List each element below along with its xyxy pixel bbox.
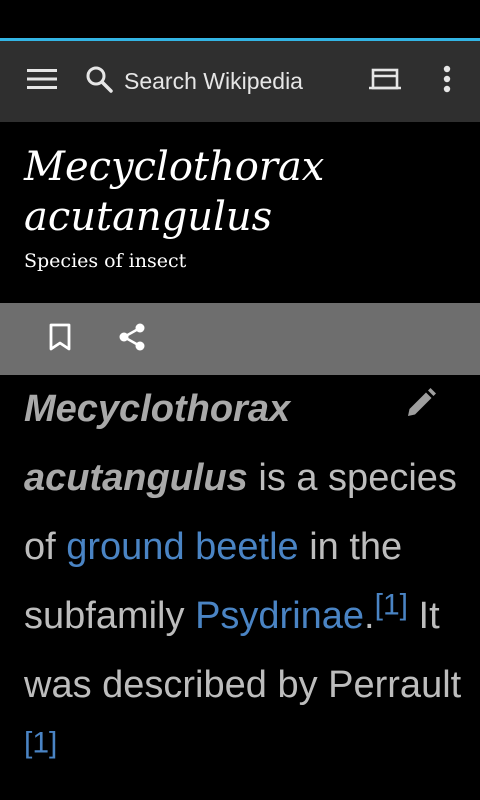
bookmark-button[interactable] [36, 315, 84, 363]
article-body: Mecyclothorax acutangulus is a species o… [24, 375, 464, 800]
share-icon [117, 322, 147, 357]
link-ground-beetle[interactable]: ground beetle [66, 526, 298, 568]
reference-link[interactable]: [1] [375, 588, 408, 621]
page-title: Mecyclothorax acutangulus [24, 144, 325, 240]
edit-button[interactable] [396, 382, 444, 430]
search-icon [84, 64, 114, 99]
intro-paragraph: Mecyclothorax acutangulus is a species o… [24, 375, 464, 789]
article-action-bar [0, 303, 480, 375]
bookmark-icon [49, 323, 71, 356]
share-button[interactable] [108, 315, 156, 363]
reference-link[interactable]: [1] [24, 726, 57, 759]
status-bar [0, 0, 480, 38]
search-input[interactable]: Search Wikipedia [84, 55, 344, 107]
pencil-icon [403, 387, 437, 426]
intro-text: . [364, 595, 375, 637]
tabs-icon [369, 68, 401, 95]
more-options-button[interactable] [424, 55, 470, 107]
more-vert-icon [443, 65, 451, 98]
search-placeholder: Search Wikipedia [124, 67, 303, 94]
link-psydrinae[interactable]: Psydrinae [195, 595, 364, 637]
toolbar: Search Wikipedia [0, 38, 480, 122]
article-header: Mecyclothorax acutangulus Species of ins… [0, 122, 480, 303]
menu-icon [27, 68, 57, 95]
tabs-button[interactable] [356, 55, 414, 107]
page-description: Species of insect [24, 250, 187, 272]
menu-button[interactable] [12, 55, 72, 107]
